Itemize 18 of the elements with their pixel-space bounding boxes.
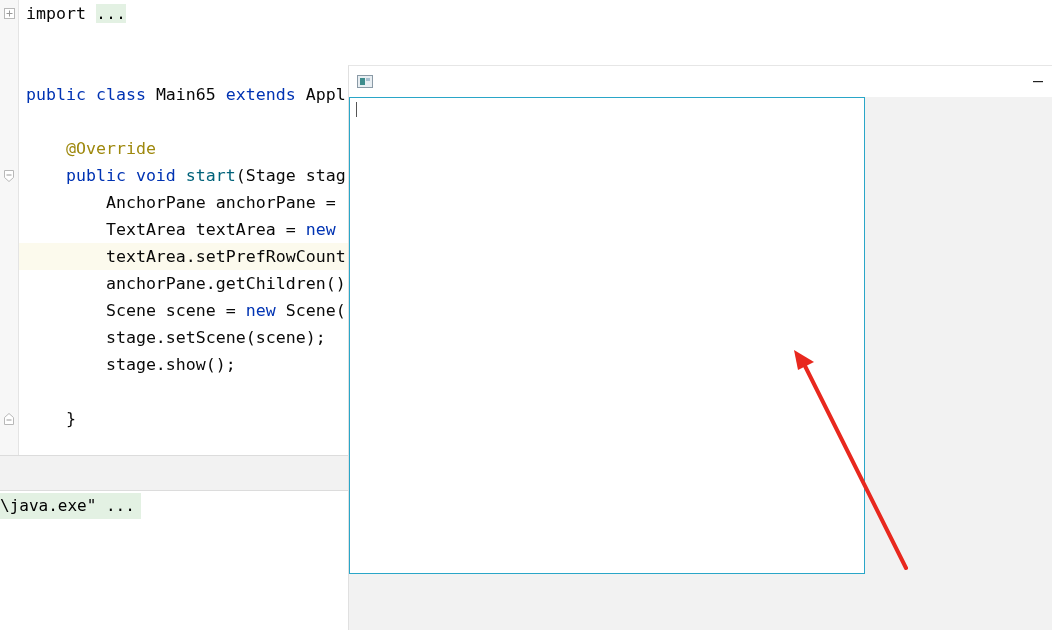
code-line: AnchorPane anchorPane = (104, 193, 336, 212)
fold-icon[interactable] (4, 412, 14, 425)
text-area[interactable] (349, 97, 865, 574)
code-line: public void start(Stage stag (64, 166, 346, 185)
code-line: anchorPane.getChildren() (104, 274, 346, 293)
code-line: stage.setScene(scene); (104, 328, 326, 347)
code-line: } (64, 409, 76, 428)
fold-icon[interactable] (4, 169, 14, 182)
code-line: textArea.setPrefRowCount (104, 247, 346, 266)
code-line: @Override (64, 139, 156, 158)
minimize-icon[interactable] (1033, 80, 1043, 83)
code-line: public class Main65 extends Appl (26, 85, 346, 104)
expand-icon[interactable] (3, 8, 15, 19)
code-line: import ... (26, 4, 126, 23)
code-line: TextArea textArea = new (104, 220, 336, 239)
code-line: Scene scene = new Scene( (104, 301, 346, 320)
window-icon (357, 75, 373, 88)
code-line: stage.show(); (104, 355, 236, 374)
